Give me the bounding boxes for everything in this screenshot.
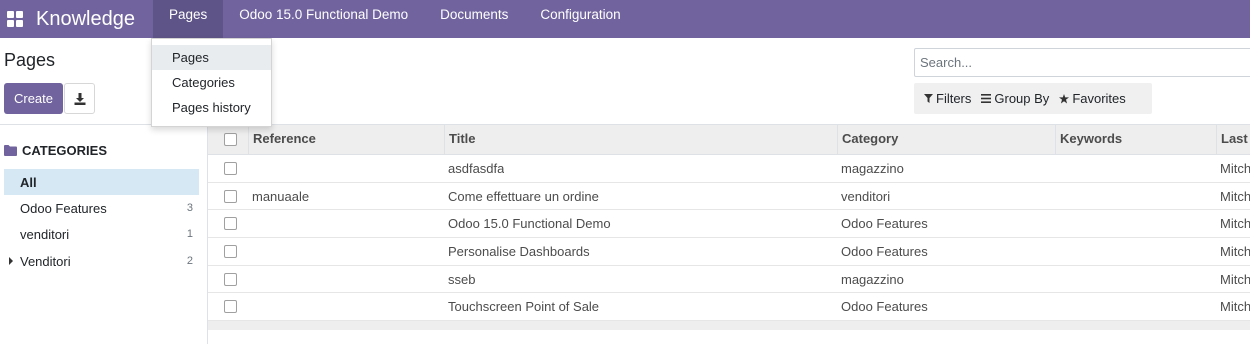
cell-reference: manuaale bbox=[252, 188, 310, 204]
cell-last: Mitch bbox=[1220, 244, 1250, 260]
group-by-button[interactable]: Group By bbox=[981, 91, 1049, 106]
cell-last: Mitch bbox=[1220, 216, 1250, 232]
row-checkbox[interactable] bbox=[224, 217, 237, 231]
category-count: 2 bbox=[186, 255, 193, 267]
menu-functional-demo[interactable]: Odoo 15.0 Functional Demo bbox=[223, 0, 424, 38]
cell-title: sseb bbox=[448, 271, 476, 287]
table-header: Reference Title Category Keywords Last bbox=[208, 125, 1250, 155]
menu-pages[interactable]: Pages bbox=[152, 0, 224, 38]
create-button[interactable]: Create bbox=[4, 83, 63, 114]
table-footer bbox=[208, 321, 1250, 331]
cell-category: Odoo Features bbox=[841, 299, 928, 315]
select-all-checkbox[interactable] bbox=[224, 133, 237, 146]
dropdown-item-categories[interactable]: Categories bbox=[152, 70, 271, 95]
app-brand[interactable]: Knowledge bbox=[36, 8, 135, 31]
category-item-odoo-features[interactable]: Odoo Features 3 bbox=[4, 195, 199, 221]
table-row[interactable]: asdfasdfa magazzino Mitch bbox=[208, 155, 1250, 183]
category-label: Venditori bbox=[20, 253, 71, 269]
caret-right-icon[interactable] bbox=[9, 257, 13, 265]
cell-category: venditori bbox=[841, 188, 891, 204]
folder-icon bbox=[4, 145, 17, 156]
category-label: Odoo Features bbox=[20, 200, 107, 216]
category-count: 1 bbox=[186, 228, 193, 240]
cell-category: magazzino bbox=[841, 271, 904, 287]
column-last[interactable]: Last bbox=[1216, 125, 1250, 155]
row-checkbox[interactable] bbox=[224, 245, 237, 259]
filters-label: Filters bbox=[936, 91, 972, 106]
cell-last: Mitch bbox=[1220, 188, 1250, 204]
filters-button[interactable]: Filters bbox=[924, 91, 971, 106]
favorites-label: Favorites bbox=[1072, 91, 1126, 106]
table-row[interactable]: sseb magazzino Mitch bbox=[208, 265, 1250, 294]
cell-category: magazzino bbox=[841, 161, 904, 176]
column-reference[interactable]: Reference bbox=[248, 125, 445, 155]
apps-menu-icon[interactable] bbox=[0, 4, 30, 34]
menu-documents[interactable]: Documents bbox=[424, 0, 524, 38]
category-item-venditori-parent[interactable]: Venditori 2 bbox=[4, 248, 199, 274]
column-keywords[interactable]: Keywords bbox=[1055, 125, 1219, 155]
download-button[interactable] bbox=[64, 83, 95, 114]
cell-title: Odoo 15.0 Functional Demo bbox=[448, 216, 611, 232]
table-row[interactable]: Personalise Dashboards Odoo Features Mit… bbox=[208, 238, 1250, 266]
row-checkbox[interactable] bbox=[224, 162, 237, 175]
dropdown-item-pages[interactable]: Pages bbox=[152, 45, 271, 70]
category-count: 3 bbox=[186, 202, 193, 214]
filter-icon bbox=[924, 94, 933, 103]
cell-title: Personalise Dashboards bbox=[448, 244, 590, 260]
category-item-all[interactable]: All bbox=[4, 169, 199, 195]
pages-dropdown: Pages Categories Pages history bbox=[151, 38, 272, 127]
favorites-button[interactable]: Favorites bbox=[1059, 91, 1126, 106]
row-checkbox[interactable] bbox=[224, 300, 237, 314]
group-by-label: Group By bbox=[994, 91, 1050, 106]
category-label: All bbox=[20, 174, 37, 190]
categories-header-label: CATEGORIES bbox=[22, 143, 107, 158]
download-icon bbox=[74, 92, 85, 105]
column-category[interactable]: Category bbox=[837, 125, 1059, 155]
cell-title: Come effettuare un ordine bbox=[448, 188, 599, 204]
table-row[interactable]: Odoo 15.0 Functional Demo Odoo Features … bbox=[208, 210, 1250, 239]
category-label: venditori bbox=[20, 226, 70, 242]
search-options-bar: Filters Group By Favorites bbox=[914, 83, 1152, 114]
top-navbar: Knowledge Pages Odoo 15.0 Functional Dem… bbox=[0, 0, 1250, 38]
table-row[interactable]: Touchscreen Point of Sale Odoo Features … bbox=[208, 293, 1250, 322]
list-icon bbox=[981, 94, 992, 103]
categories-sidebar: CATEGORIES All Odoo Features 3 venditori… bbox=[0, 125, 208, 344]
menu-configuration[interactable]: Configuration bbox=[524, 0, 636, 38]
cell-category: Odoo Features bbox=[841, 216, 928, 232]
cell-last: Mitch bbox=[1220, 161, 1250, 176]
cell-last: Mitch bbox=[1220, 299, 1250, 315]
categories-header: CATEGORIES bbox=[4, 143, 107, 158]
category-item-venditori[interactable]: venditori 1 bbox=[4, 221, 199, 247]
row-checkbox[interactable] bbox=[224, 272, 237, 286]
cell-title: asdfasdfa bbox=[448, 161, 505, 176]
page-title: Pages bbox=[4, 50, 56, 70]
column-title[interactable]: Title bbox=[444, 125, 838, 155]
cell-last: Mitch bbox=[1220, 271, 1250, 287]
table-row[interactable]: manuaale Come effettuare un ordine vendi… bbox=[208, 182, 1250, 211]
pages-table: Reference Title Category Keywords Last a… bbox=[208, 125, 1250, 331]
star-icon bbox=[1059, 93, 1070, 103]
cell-category: Odoo Features bbox=[841, 244, 928, 260]
cell-title: Touchscreen Point of Sale bbox=[448, 299, 600, 315]
dropdown-item-pages-history[interactable]: Pages history bbox=[152, 95, 271, 120]
row-checkbox[interactable] bbox=[224, 189, 237, 203]
search-input[interactable]: Search... bbox=[914, 48, 1250, 77]
